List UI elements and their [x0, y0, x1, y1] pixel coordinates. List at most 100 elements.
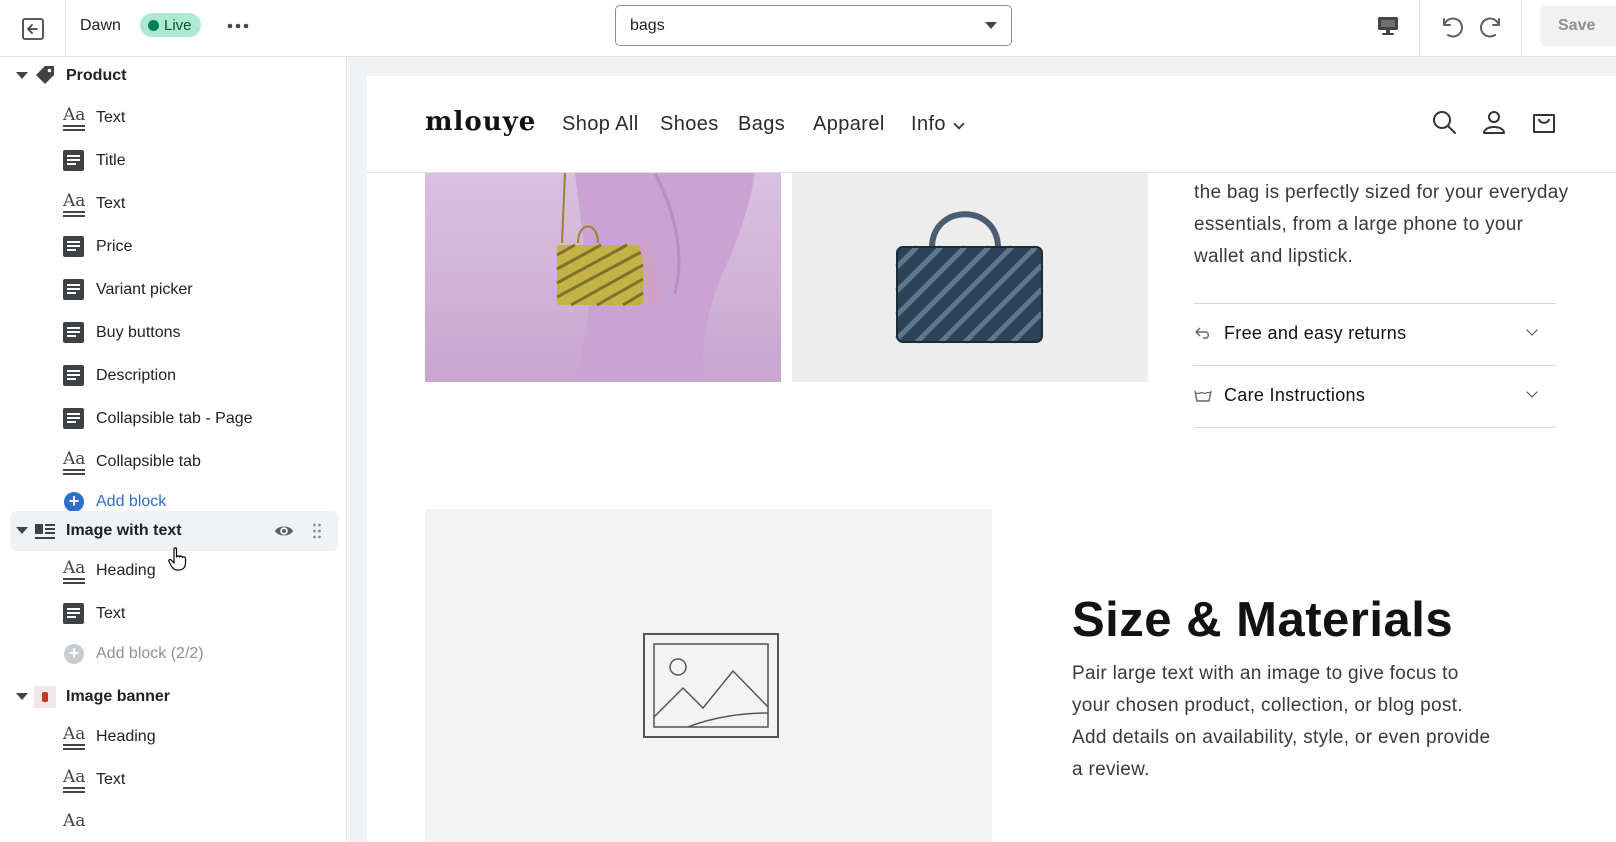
nav-apparel[interactable]: Apparel [813, 113, 885, 136]
tag-icon [36, 66, 54, 84]
cart-icon[interactable] [1530, 108, 1558, 136]
block-item[interactable]: Aa Text [0, 97, 346, 139]
block-label: Buy buttons [96, 324, 181, 341]
hand-pointer-cursor-icon [168, 547, 187, 571]
navy-quilted-handbag-image [895, 211, 1044, 344]
redo-icon [1480, 17, 1500, 38]
wash-basin-icon [1194, 390, 1212, 402]
exit-icon [21, 17, 44, 40]
section-product[interactable]: Product [0, 57, 346, 97]
block-label: Text [96, 605, 126, 622]
search-icon[interactable] [1430, 108, 1458, 136]
return-arrow-icon [1195, 327, 1209, 339]
image-with-text-heading: Size & Materials [1072, 593, 1454, 647]
plus-circle-icon: + [64, 644, 84, 664]
block-item[interactable]: Variant picker [0, 269, 346, 311]
store-logo[interactable]: mlouye [425, 107, 536, 137]
section-image-with-text[interactable]: Image with text [0, 510, 346, 552]
add-block-label: Add block (2/2) [96, 645, 204, 662]
text-icon: Aa [63, 769, 85, 793]
block-label: Price [96, 238, 133, 255]
block-item[interactable]: Title [0, 140, 346, 182]
chevron-down-icon [1526, 324, 1538, 336]
storefront-preview[interactable]: mlouye Shop All Shoes Bags Apparel Info [367, 76, 1616, 842]
block-item[interactable]: Aa Heading [0, 716, 346, 758]
block-label: Text [96, 195, 126, 212]
block-icon [63, 322, 85, 344]
page-template-select[interactable]: bags [615, 5, 1012, 46]
block-label: Text [96, 771, 126, 788]
text-icon: Aa [63, 193, 85, 217]
block-icon [63, 408, 85, 430]
text-icon: Aa [63, 811, 86, 831]
image-with-text-icon [35, 524, 55, 539]
block-item[interactable]: Buy buttons [0, 312, 346, 354]
image-banner-thumbnail-icon [34, 686, 56, 708]
block-item[interactable]: Aa Text [0, 183, 346, 225]
undo-button[interactable] [1436, 11, 1466, 41]
collapse-caret-icon[interactable] [16, 527, 28, 534]
block-icon [63, 603, 85, 625]
block-label: Heading [96, 728, 156, 745]
nav-shoes[interactable]: Shoes [660, 113, 719, 136]
collapse-caret-icon[interactable] [16, 72, 28, 79]
block-label: Description [96, 367, 177, 384]
block-label: Collapsible tab - Page [96, 410, 253, 427]
text-icon: Aa [63, 726, 85, 750]
block-item[interactable]: Aa Text [0, 759, 346, 801]
section-label: Image with text [66, 522, 182, 539]
chevron-down-icon [1526, 386, 1538, 398]
section-image-banner[interactable]: Image banner [0, 676, 346, 718]
block-label: Collapsible tab [96, 453, 201, 470]
save-button[interactable]: Save [1540, 6, 1616, 46]
more-actions-button[interactable] [225, 14, 251, 38]
product-image-model[interactable] [425, 173, 781, 382]
product-image-bag[interactable] [792, 173, 1148, 382]
section-label: Product [66, 67, 127, 84]
desktop-preview-button[interactable] [1374, 12, 1402, 40]
image-with-text-body: Pair large text with an image to give fo… [1072, 663, 1491, 780]
chevron-down-icon [953, 118, 965, 130]
sections-sidebar: Product Aa Text Title Aa Text Price Vari… [0, 57, 347, 842]
accordion-divider [1194, 427, 1556, 428]
block-label: Title [96, 152, 126, 169]
page-select-value: bags [630, 16, 665, 34]
image-placeholder-icon [643, 633, 779, 738]
desktop-icon [1378, 17, 1398, 35]
section-label: Image banner [66, 688, 171, 705]
live-badge-label: Live [164, 16, 192, 34]
exit-editor-button[interactable] [0, 0, 66, 57]
text-icon: Aa [63, 107, 85, 131]
accordion-care-instructions[interactable]: Care Instructions [1194, 365, 1556, 425]
accordion-label: Care Instructions [1224, 385, 1366, 405]
toolbar-divider [1521, 0, 1522, 57]
plus-circle-icon: + [64, 492, 84, 512]
block-item[interactable]: Aa Collapsible tab [0, 441, 346, 483]
block-icon [63, 365, 85, 387]
text-icon: Aa [63, 451, 85, 475]
block-icon [63, 279, 85, 301]
block-item[interactable]: Price [0, 226, 346, 268]
nav-info[interactable]: Info [911, 113, 946, 136]
drag-handle-icon[interactable] [312, 522, 322, 540]
undo-icon [1443, 17, 1463, 38]
toolbar-divider [1419, 0, 1420, 57]
nav-bags[interactable]: Bags [738, 113, 785, 136]
live-dot-icon [148, 19, 159, 31]
block-item-partial[interactable]: Aa [0, 803, 346, 842]
redo-button[interactable] [1477, 11, 1507, 41]
block-icon [63, 236, 85, 258]
image-placeholder[interactable] [425, 509, 992, 842]
accordion-label: Free and easy returns [1224, 323, 1407, 343]
eye-visibility-icon[interactable] [274, 521, 294, 541]
block-item[interactable]: Collapsible tab - Page [0, 398, 346, 440]
collapse-caret-icon[interactable] [16, 693, 28, 700]
accordion-free-returns[interactable]: Free and easy returns [1194, 303, 1556, 363]
product-description: the bag is perfectly sized for your ever… [1194, 182, 1569, 267]
editor-topbar: Dawn Live bags Save [0, 0, 1616, 57]
nav-shop-all[interactable]: Shop All [562, 113, 639, 136]
block-item[interactable]: Description [0, 355, 346, 397]
block-item[interactable]: Text [0, 593, 346, 635]
account-icon[interactable] [1480, 108, 1508, 136]
model-with-yellow-bag-image [556, 173, 755, 382]
